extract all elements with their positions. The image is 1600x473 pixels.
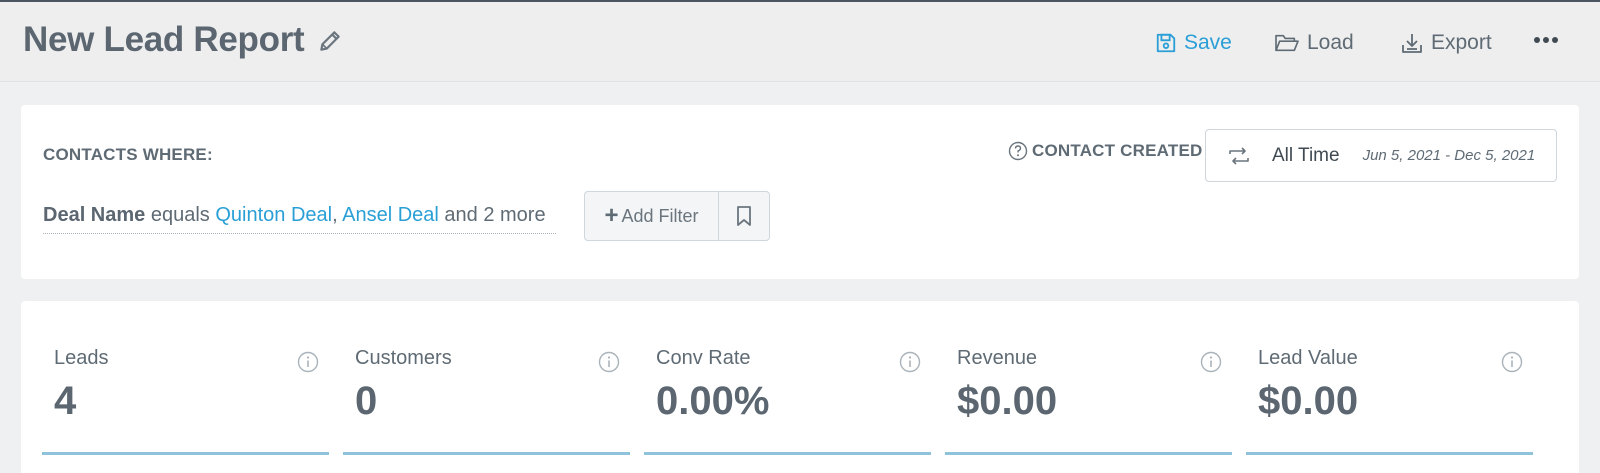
- filter-more[interactable]: and 2 more: [444, 204, 545, 226]
- stat-label: Lead Value: [1258, 347, 1358, 369]
- info-circle-icon[interactable]: [598, 351, 620, 373]
- swap-arrows-icon: [1229, 146, 1249, 165]
- stat-label: Conv Rate: [656, 347, 751, 369]
- info-circle-icon[interactable]: [297, 351, 319, 373]
- stat-value: $0.00: [1258, 379, 1359, 423]
- date-range-picker[interactable]: All Time Jun 5, 2021 - Dec 5, 2021: [1205, 129, 1557, 182]
- stat-label: Customers: [355, 347, 452, 369]
- info-circle-icon[interactable]: [899, 351, 921, 373]
- range-label: All Time: [1272, 144, 1340, 166]
- filter-value-ansel[interactable]: Ansel Deal: [342, 204, 439, 226]
- add-filter-label: Add Filter: [621, 205, 699, 226]
- export-label: Export: [1431, 31, 1492, 54]
- filter-operator: equals: [150, 204, 210, 226]
- stat-leads: Leads 4: [42, 301, 329, 455]
- info-circle-icon[interactable]: [1501, 351, 1523, 373]
- pencil-icon[interactable]: [317, 28, 343, 54]
- stat-lead-value: Lead Value $0.00: [1246, 301, 1533, 455]
- report-header: New Lead Report Save Load Export: [0, 2, 1600, 82]
- folder-open-icon: [1275, 34, 1299, 52]
- contact-created-label: CONTACT CREATED: [1032, 141, 1203, 160]
- load-label: Load: [1307, 31, 1354, 54]
- stat-value: 4: [54, 379, 77, 423]
- stat-label: Leads: [54, 347, 109, 369]
- filter-field: Deal Name: [43, 204, 146, 226]
- stat-value: $0.00: [957, 379, 1058, 423]
- stat-value: 0.00%: [656, 379, 770, 423]
- stat-label: Revenue: [957, 347, 1038, 369]
- stats-panel: Leads 4 Customers 0 Conv Rate 0.00% Reve…: [21, 301, 1579, 473]
- add-filter-button[interactable]: + Add Filter: [585, 192, 719, 240]
- range-dates: Jun 5, 2021 - Dec 5, 2021: [1362, 147, 1536, 164]
- stat-conv-rate: Conv Rate 0.00%: [644, 301, 931, 455]
- save-label: Save: [1184, 31, 1232, 54]
- active-filter[interactable]: Deal Name equals Quinton Deal, Ansel Dea…: [43, 204, 556, 234]
- filter-separator: ,: [332, 204, 338, 226]
- more-horizontal-icon[interactable]: [1533, 32, 1559, 48]
- stat-revenue: Revenue $0.00: [945, 301, 1232, 455]
- stat-value: 0: [355, 379, 378, 423]
- contact-created-label-group: CONTACT CREATED: [1008, 141, 1202, 161]
- question-circle-icon[interactable]: [1008, 141, 1028, 161]
- info-circle-icon[interactable]: [1200, 351, 1222, 373]
- page-title: New Lead Report: [23, 20, 305, 59]
- export-button[interactable]: Export: [1400, 28, 1492, 58]
- filter-value-quinton[interactable]: Quinton Deal: [215, 204, 332, 226]
- plus-icon: +: [604, 202, 619, 229]
- floppy-disk-icon: [1156, 33, 1176, 53]
- contacts-where-label: CONTACTS WHERE:: [43, 145, 213, 164]
- filters-panel: CONTACTS WHERE: Deal Name equals Quinton…: [21, 105, 1579, 279]
- bookmark-icon: [737, 206, 751, 226]
- save-button[interactable]: Save: [1155, 28, 1232, 58]
- stat-customers: Customers 0: [343, 301, 630, 455]
- load-button[interactable]: Load: [1274, 28, 1354, 58]
- add-filter-group: + Add Filter: [584, 191, 770, 241]
- download-tray-icon: [1402, 34, 1422, 53]
- bookmark-button[interactable]: [719, 192, 769, 240]
